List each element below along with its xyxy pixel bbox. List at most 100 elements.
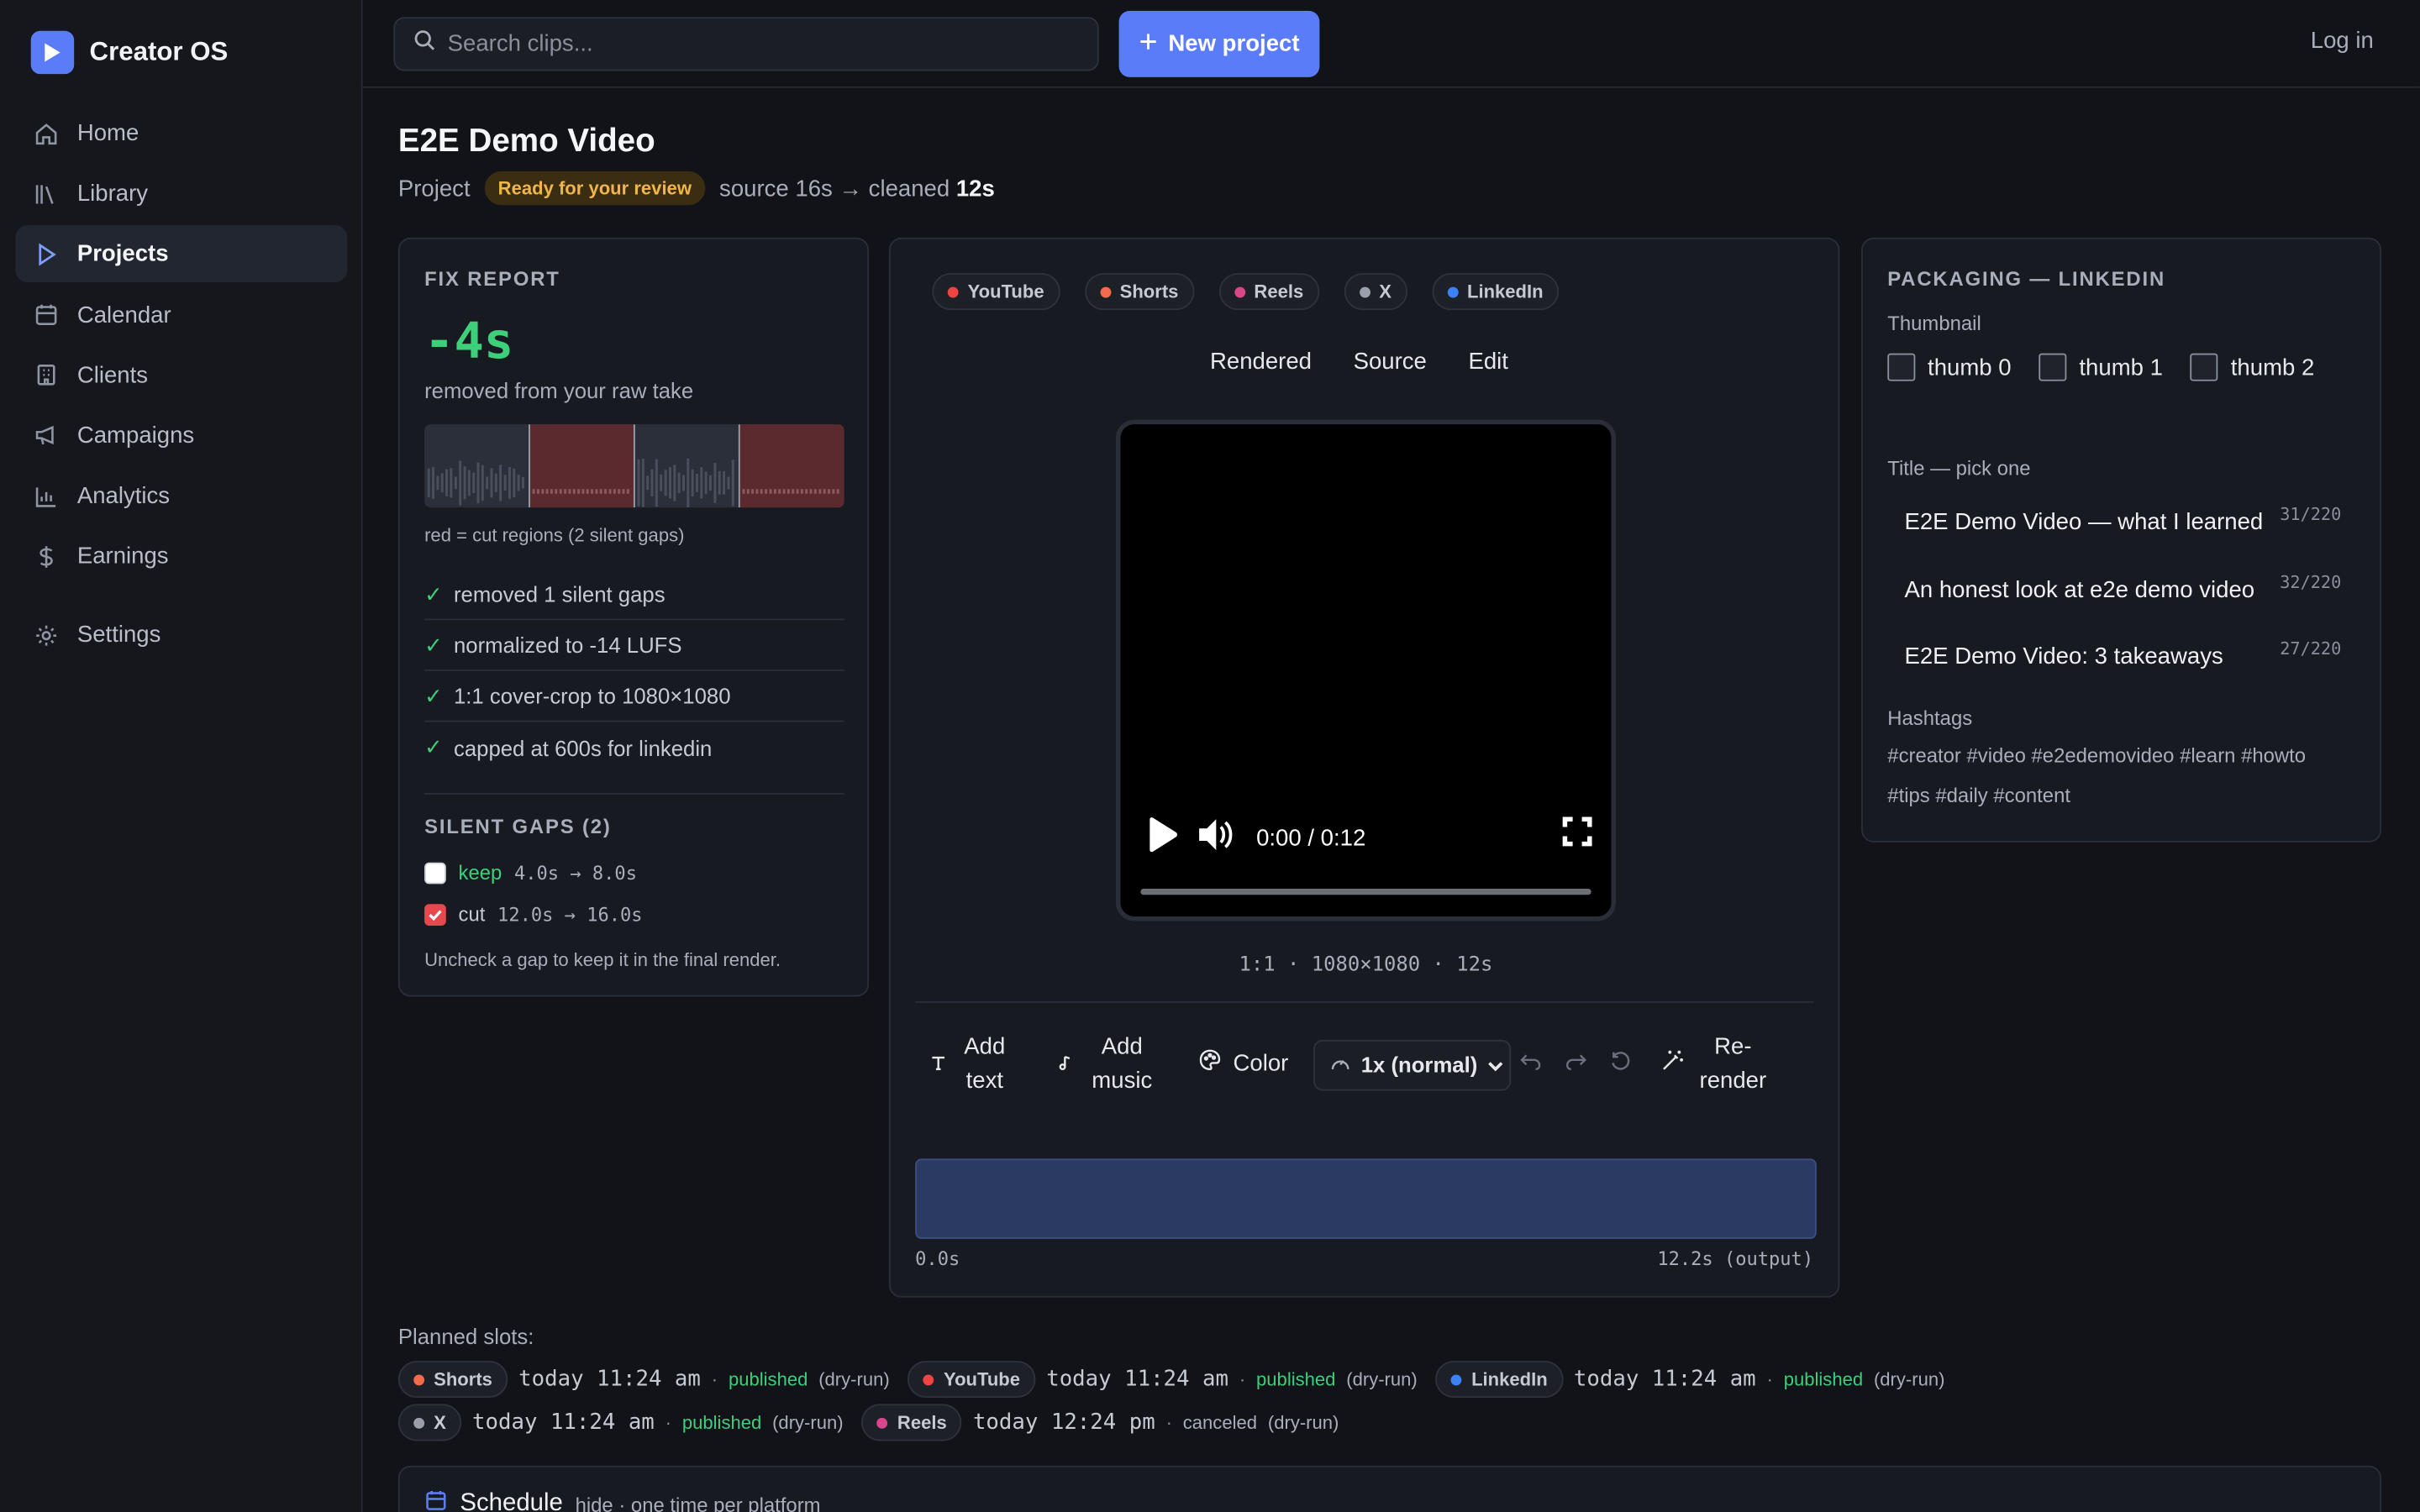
play-button[interactable] xyxy=(1145,816,1179,859)
rerender-button[interactable]: Re-render xyxy=(1662,1031,1770,1099)
check-icon: ✓ xyxy=(424,632,443,657)
redo-icon[interactable] xyxy=(1565,1051,1586,1079)
slot-note: (dry-run) xyxy=(818,1368,890,1390)
waveform-bar xyxy=(608,489,612,494)
title-option[interactable]: E2E Demo Video — what I learned xyxy=(1904,509,2263,535)
sidebar-item-campaigns[interactable]: Campaigns xyxy=(15,407,347,465)
waveform-bar xyxy=(622,489,625,494)
timeline-start: 0.0s xyxy=(915,1247,960,1270)
tab-edit[interactable]: Edit xyxy=(1468,349,1507,375)
tab-rendered[interactable]: Rendered xyxy=(1210,349,1312,375)
speed-select[interactable]: 1x (normal) xyxy=(1313,1039,1511,1090)
platform-pills: YouTube Shorts Reels X LinkedIn xyxy=(932,273,1559,311)
add-text-button[interactable]: Add text xyxy=(931,1031,1012,1099)
volume-icon[interactable] xyxy=(1197,817,1234,858)
slot-platform-pill[interactable]: Reels xyxy=(861,1404,963,1441)
platform-label: X xyxy=(1379,281,1392,302)
waveform-bar xyxy=(755,489,759,494)
sidebar-item-home[interactable]: Home xyxy=(15,105,347,162)
waveform-bar xyxy=(436,475,439,491)
platform-pill-x[interactable]: X xyxy=(1344,273,1407,311)
gap-range: 4.0s → 8.0s xyxy=(513,861,637,884)
silent-gaps-heading: SILENT GAPS (2) xyxy=(424,814,612,838)
reset-icon[interactable] xyxy=(1609,1050,1631,1079)
broken-image-icon xyxy=(2039,353,2067,381)
title-option[interactable]: E2E Demo Video: 3 takeaways xyxy=(1904,643,2223,669)
sidebar-item-label: Earnings xyxy=(76,543,169,570)
platform-pill-linkedin[interactable]: LinkedIn xyxy=(1431,273,1559,311)
sidebar-item-projects[interactable]: Projects xyxy=(15,225,348,283)
waveform-bar xyxy=(769,489,772,494)
video-time: 0:00 / 0:12 xyxy=(1256,824,1366,851)
thumbnail-label: thumb 1 xyxy=(2079,354,2163,381)
planned-slots: Shorts today 11:24 am · published (dry-r… xyxy=(397,1360,2389,1441)
login-link[interactable]: Log in xyxy=(2311,28,2374,54)
schedule-subtitle[interactable]: hide · one time per platform xyxy=(576,1493,821,1512)
slot-status: canceled xyxy=(1182,1411,1258,1434)
sidebar-item-label: Calendar xyxy=(76,302,171,328)
sidebar-item-calendar[interactable]: Calendar xyxy=(15,286,347,344)
undo-icon[interactable] xyxy=(1520,1051,1542,1079)
platform-dot xyxy=(1234,286,1245,297)
platform-dot xyxy=(413,1373,425,1385)
thumbnail-option[interactable]: thumb 0 xyxy=(1887,353,2012,381)
waveform-bar xyxy=(691,469,694,497)
sidebar-item-analytics[interactable]: Analytics xyxy=(15,468,347,525)
gap-row-keep[interactable]: keep 4.0s → 8.0s xyxy=(424,860,637,885)
gap-label: keep xyxy=(458,860,502,885)
waveform-bar xyxy=(646,475,650,491)
waveform-bar xyxy=(731,459,734,507)
search-box[interactable] xyxy=(393,17,1099,71)
thumbnail-option[interactable]: thumb 1 xyxy=(2039,353,2163,381)
sidebar-item-settings[interactable]: Settings xyxy=(15,606,347,664)
color-button[interactable]: Color xyxy=(1199,1047,1288,1081)
platform-pill-reels[interactable]: Reels xyxy=(1218,273,1319,311)
fix-check-label: capped at 600s for linkedin xyxy=(453,735,713,760)
app-root: Creator OS Home Library Projects Calenda… xyxy=(0,0,2420,1512)
brand[interactable]: Creator OS xyxy=(30,30,229,75)
new-project-button[interactable]: New project xyxy=(1118,10,1320,77)
waveform-bar xyxy=(618,489,621,494)
timeline-track[interactable] xyxy=(915,1158,1817,1239)
fullscreen-icon[interactable] xyxy=(1562,816,1593,855)
waveform-bar xyxy=(669,467,671,499)
add-music-button[interactable]: Add music xyxy=(1057,1031,1159,1099)
brand-name: Creator OS xyxy=(89,37,229,66)
title-option[interactable]: An honest look at e2e demo video xyxy=(1904,577,2254,603)
topbar: New project Log in xyxy=(362,0,2420,88)
gap-checkbox[interactable] xyxy=(424,861,446,884)
waveform-bar xyxy=(450,468,453,498)
video-player[interactable]: 0:00 / 0:12 xyxy=(1115,419,1617,921)
platform-dot xyxy=(1359,286,1370,297)
slot-platform-pill[interactable]: LinkedIn xyxy=(1435,1360,1564,1399)
waveform-bar xyxy=(508,466,511,499)
thumbnail-option[interactable]: thumb 2 xyxy=(2191,353,2314,381)
waveform-bar xyxy=(604,489,608,494)
title-count: 27/220 xyxy=(2280,638,2342,659)
search-input[interactable] xyxy=(447,30,1065,57)
waveform-bar xyxy=(463,466,466,500)
slot-platform-pill[interactable]: Shorts xyxy=(397,1360,508,1399)
megaphone-icon xyxy=(34,423,58,448)
video-progress-bar[interactable] xyxy=(1140,888,1591,895)
slot-platform-pill[interactable]: X xyxy=(397,1404,462,1441)
sidebar-item-clients[interactable]: Clients xyxy=(15,347,347,404)
sidebar-item-label: Home xyxy=(76,120,139,147)
fix-check-item: ✓ removed 1 silent gaps xyxy=(424,570,844,621)
platform-pill-shorts[interactable]: Shorts xyxy=(1084,273,1194,311)
platform-pill-youtube[interactable]: YouTube xyxy=(932,273,1060,311)
sidebar-item-library[interactable]: Library xyxy=(15,165,347,223)
slot-platform-pill[interactable]: YouTube xyxy=(908,1360,1036,1399)
waveform-bar xyxy=(586,489,589,494)
waveform-bar xyxy=(727,476,730,490)
gap-row-cut[interactable]: cut 12.0s → 16.0s xyxy=(424,902,643,926)
schedule-header[interactable]: Schedule hide · one time per platform xyxy=(424,1488,821,1512)
fix-check-label: removed 1 silent gaps xyxy=(453,581,666,606)
tab-source[interactable]: Source xyxy=(1354,349,1427,375)
gap-checkbox[interactable] xyxy=(424,903,446,926)
sidebar-item-earnings[interactable]: Earnings xyxy=(15,528,347,585)
waveform-bar xyxy=(704,471,708,495)
platform-label: Shorts xyxy=(1119,281,1179,302)
home-icon xyxy=(34,121,58,145)
check-icon: ✓ xyxy=(424,682,443,708)
